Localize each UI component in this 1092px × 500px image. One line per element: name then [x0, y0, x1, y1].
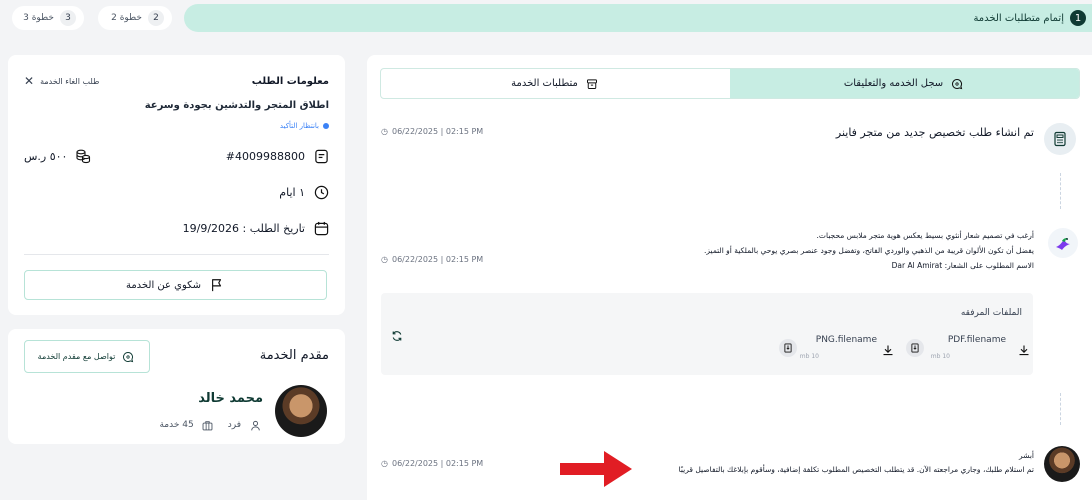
step-2[interactable]: 2 خطوة 2 — [98, 6, 172, 30]
provider-reply-line: أبشر — [1019, 451, 1034, 460]
download-icon[interactable] — [1018, 341, 1030, 360]
provider-card: مقدم الخدمة تواصل مع مقدم الخدمة محمد خا… — [8, 329, 345, 444]
user-icon — [247, 417, 263, 433]
step-3-number: 3 — [60, 10, 76, 26]
provider-meta: فرد 45 خدمة — [159, 417, 263, 433]
invoice-icon — [1044, 123, 1076, 155]
box-icon — [584, 76, 600, 92]
contact-provider-button[interactable]: تواصل مع مقدم الخدمة — [24, 340, 150, 373]
status-badge: بانتظار التأكيد — [280, 122, 329, 130]
tabs: سجل الخدمه والتعليقات متطلبات الخدمة — [380, 68, 1080, 99]
duration: ١ ايام — [279, 185, 305, 199]
tab-service-log[interactable]: سجل الخدمه والتعليقات — [730, 69, 1079, 98]
date-row: تاريخ الطلب : 19/9/2026 — [183, 220, 329, 236]
order-id-row: #4009988800 — [226, 148, 329, 164]
attachments-panel: الملفات المرفقه PDF.filename 10 mb PNG.f… — [381, 293, 1033, 375]
provider-services-count: 45 خدمة — [159, 420, 194, 430]
download-icon[interactable] — [882, 341, 894, 360]
event-timestamp: ◷ 06/22/2025 | 02:15 PM — [381, 459, 484, 468]
event-timestamp: ◷ 06/22/2025 | 02:15 PM — [381, 255, 484, 264]
file-size: 10 mb — [799, 353, 819, 360]
customer-message-line: يفضل أن تكون الألوان قريبة من الذهبي وال… — [704, 246, 1034, 255]
flag-icon — [209, 277, 225, 293]
cancel-service-label: طلب الغاء الخدمة — [40, 76, 100, 86]
step-1-number: 1 — [1070, 10, 1086, 26]
service-name: اطلاق المتجر والتدشين بجودة وسرعة — [144, 100, 329, 111]
provider-reply-line: تم استلام طلبك، وجاري مراجعته الآن. قد ي… — [678, 465, 1034, 474]
provider-type: فرد — [227, 420, 241, 430]
store-logo — [1048, 228, 1078, 258]
arrow-icon — [558, 449, 634, 493]
close-icon: ✕ — [24, 74, 35, 88]
customer-message-line: الاسم المطلوب على الشعار: Dar Al Amirat — [891, 261, 1034, 270]
provider-reply: أبشر تم استلام طلبك، وجاري مراجعته الآن.… — [679, 449, 1034, 477]
timeline-connector — [1060, 173, 1061, 209]
clock-icon — [313, 184, 329, 200]
step-1-active[interactable]: 1 إتمام متطلبات الخدمة — [184, 4, 1092, 32]
file-icon — [906, 339, 924, 357]
chat-icon — [120, 349, 136, 365]
step-3-label: خطوة 3 — [23, 13, 54, 23]
calendar-icon — [313, 220, 329, 236]
contact-provider-label: تواصل مع مقدم الخدمة — [37, 352, 116, 361]
receipt-icon — [313, 148, 329, 164]
duration-row: ١ ايام — [279, 184, 329, 200]
tab-service-requirements-label: متطلبات الخدمة — [511, 78, 578, 89]
clock-icon: ◷ — [381, 255, 388, 264]
step-2-number: 2 — [148, 10, 164, 26]
order-id: #4009988800 — [225, 149, 305, 163]
provider-title: مقدم الخدمة — [259, 348, 329, 363]
tab-service-log-label: سجل الخدمه والتعليقات — [843, 78, 944, 89]
price: ٥٠٠ ر.س — [24, 149, 68, 163]
order-date: تاريخ الطلب : 19/9/2026 — [182, 221, 305, 235]
attachment-file[interactable]: PDF.filename 10 mb — [906, 335, 1036, 365]
step-2-label: خطوة 2 — [111, 13, 142, 23]
attachments-title: الملفات المرفقه — [960, 308, 1022, 318]
status-dot — [323, 123, 329, 129]
complain-label: شكوي عن الخدمة — [125, 279, 202, 291]
file-name: PNG.filename — [815, 335, 877, 345]
clock-icon: ◷ — [381, 459, 388, 468]
divider — [24, 254, 329, 255]
complain-button[interactable]: شكوي عن الخدمة — [24, 270, 327, 300]
steps-bar: 1 إتمام متطلبات الخدمة 2 خطوة 2 3 خطوة 3 — [0, 4, 1092, 32]
service-log-card: سجل الخدمه والتعليقات متطلبات الخدمة تم … — [367, 55, 1092, 500]
file-name: PDF.filename — [947, 335, 1006, 345]
tab-service-requirements[interactable]: متطلبات الخدمة — [381, 69, 730, 98]
price-row: ٥٠٠ ر.س — [24, 148, 91, 164]
clock-icon: ◷ — [381, 127, 388, 136]
request-info-card: معلومات الطلب طلب الغاء الخدمة ✕ اطلاق ا… — [8, 55, 345, 315]
avatar — [275, 385, 327, 437]
request-info-title: معلومات الطلب — [251, 76, 329, 87]
cancel-service-button[interactable]: طلب الغاء الخدمة ✕ — [24, 75, 99, 87]
timeline-connector — [1060, 393, 1061, 425]
customer-message-line: أرغب في تصميم شعار أنثوي بسيط يعكس هوية … — [816, 231, 1034, 240]
provider-name: محمد خالد — [198, 391, 263, 406]
file-size: 10 mb — [930, 353, 950, 360]
chat-icon — [949, 76, 965, 92]
avatar — [1044, 446, 1080, 482]
step-1-label: إتمام متطلبات الخدمة — [973, 12, 1064, 24]
file-icon — [779, 339, 797, 357]
refresh-icon[interactable] — [391, 327, 403, 346]
attachment-file[interactable]: PNG.filename 10 mb — [779, 335, 899, 365]
event-created-text: تم انشاء طلب تخصيص جديد من متجر فاينر — [835, 126, 1034, 139]
step-3[interactable]: 3 خطوة 3 — [12, 6, 84, 30]
status-label: بانتظار التأكيد — [279, 122, 319, 130]
coins-icon — [75, 148, 91, 164]
customer-message: أرغب في تصميم شعار أنثوي بسيط يعكس هوية … — [704, 228, 1034, 273]
briefcase-icon — [200, 417, 216, 433]
event-timestamp: ◷ 06/22/2025 | 02:15 PM — [381, 127, 484, 136]
